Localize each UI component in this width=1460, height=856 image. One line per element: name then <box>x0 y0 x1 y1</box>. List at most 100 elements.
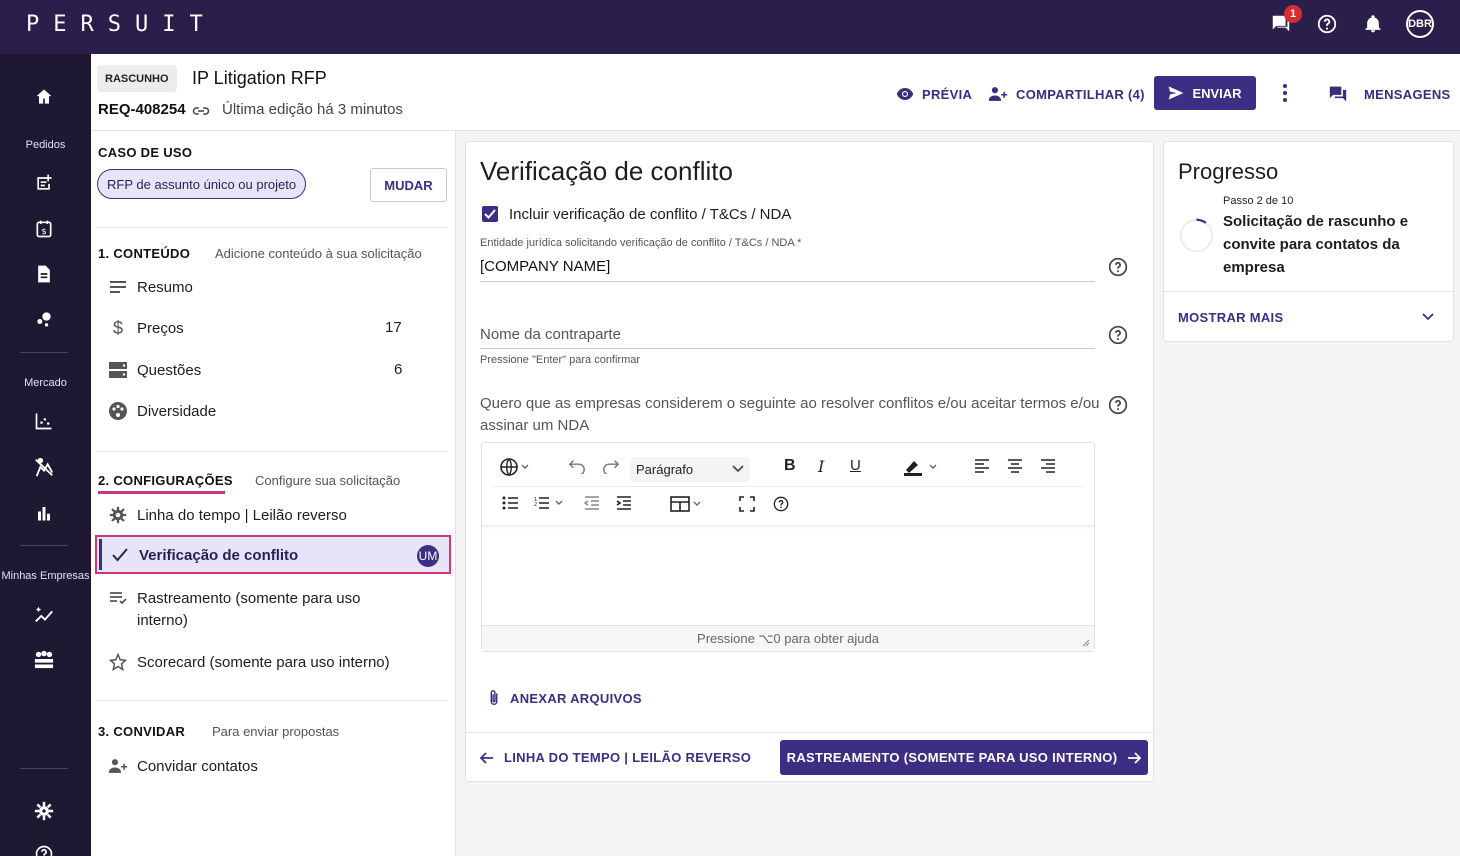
section-title: Verificação de conflito <box>480 156 733 186</box>
use-case-heading: CASO DE USO <box>98 145 193 160</box>
home-icon[interactable] <box>33 86 55 108</box>
counterparty-input[interactable]: Nome da contraparte <box>480 326 621 343</box>
include-conflict-check-checkbox[interactable] <box>482 206 498 222</box>
billing-icon[interactable]: $ <box>33 218 55 240</box>
chevron-down-icon <box>732 465 744 473</box>
invite-subheading: Para enviar propostas <box>212 724 340 739</box>
nav-item-resumo[interactable]: Resumo <box>108 277 193 297</box>
nav-item-diversidade[interactable]: Diversidade <box>108 401 216 421</box>
underline-icon[interactable]: U <box>850 457 861 474</box>
settings-heading[interactable]: 2. CONFIGURAÇÕES <box>98 473 233 488</box>
align-right-icon[interactable] <box>1040 459 1056 473</box>
rich-text-editor[interactable]: Parágrafo B I U 12 Pressione ⌥0 para obt… <box>481 442 1095 652</box>
status-badge: RASCUNHO <box>97 65 177 92</box>
analytics-dots-icon[interactable] <box>33 308 55 330</box>
nav-item-label: Linha do tempo | Leilão reverso <box>137 506 347 524</box>
questions-list-icon <box>108 360 128 380</box>
check-icon <box>110 545 130 565</box>
nav-item-label: Diversidade <box>137 402 217 420</box>
share-label: COMPARTILHAR (4) <box>1016 86 1145 102</box>
sparkle-chart-icon[interactable] <box>33 604 55 626</box>
user-avatar[interactable]: DBR <box>1406 10 1434 38</box>
arrow-right-icon <box>1128 751 1142 764</box>
divider <box>97 451 448 452</box>
indent-icon[interactable] <box>616 496 632 510</box>
numbered-list-icon[interactable]: 12 <box>534 496 566 510</box>
preview-button[interactable]: PRÉVIA <box>896 78 972 110</box>
link-icon[interactable] <box>192 102 210 125</box>
chart-icon[interactable] <box>33 410 55 432</box>
nav-item-tracking[interactable]: Rastreamento (somente para uso interno) <box>108 588 397 632</box>
language-icon[interactable] <box>500 458 530 476</box>
bar-chart-icon[interactable] <box>33 502 55 524</box>
rail-section-pedidos: Pedidos <box>25 139 66 151</box>
use-case-chip[interactable]: RFP de assunto único ou projeto <box>97 169 307 199</box>
preview-label: PRÉVIA <box>922 86 973 102</box>
nav-item-row: Verificação de conflito <box>110 545 298 565</box>
nav-item-precos[interactable]: $ Preços <box>108 318 184 338</box>
summary-lines-icon <box>108 277 128 297</box>
svg-text:2: 2 <box>534 502 537 508</box>
settings-icon[interactable] <box>33 800 55 822</box>
chevron-down-icon[interactable] <box>1420 308 1436 329</box>
bullet-list-icon[interactable] <box>502 496 518 510</box>
messages-label: MENSAGENS <box>1364 86 1451 102</box>
divider <box>97 700 448 701</box>
persuit-logo[interactable]: PERSUIT <box>26 12 217 37</box>
next-step-label: RASTREAMENTO (SOMENTE PARA USO INTERNO) <box>786 750 1118 765</box>
nav-item-label: Questões <box>137 361 202 379</box>
team-icon[interactable] <box>33 648 55 670</box>
send-button[interactable]: ENVIAR <box>1154 76 1256 110</box>
redo-icon[interactable] <box>602 458 620 474</box>
more-options-icon[interactable] <box>1277 82 1293 104</box>
checkbox-label[interactable]: Incluir verificação de conflito / T&Cs /… <box>509 206 791 223</box>
italic-icon[interactable]: I <box>818 457 824 476</box>
entity-field[interactable]: [COMPANY NAME] <box>480 258 610 275</box>
bell-icon[interactable] <box>1360 11 1386 37</box>
align-left-icon[interactable] <box>974 459 990 473</box>
nav-item-timeline[interactable]: Linha do tempo | Leilão reverso <box>108 505 347 525</box>
question-prompt: Quero que as empresas considerem o segui… <box>480 395 1100 434</box>
help-icon[interactable] <box>33 843 55 856</box>
send-label: ENVIAR <box>1192 85 1242 101</box>
help-icon[interactable] <box>1108 395 1128 415</box>
active-section-underline <box>98 491 225 494</box>
previous-step-label: LINHA DO TEMPO | LEILÃO REVERSO <box>504 750 752 765</box>
undo-icon[interactable] <box>568 458 586 474</box>
help-icon[interactable] <box>1108 325 1128 345</box>
add-person-icon <box>108 756 128 776</box>
messages-button[interactable]: MENSAGENS <box>1328 78 1451 110</box>
show-more-button[interactable]: MOSTRAR MAIS <box>1178 310 1283 325</box>
help-icon[interactable] <box>1108 257 1128 277</box>
chat-notifications-icon[interactable]: 1 <box>1268 5 1302 37</box>
align-center-icon[interactable] <box>1007 459 1023 473</box>
dollar-icon: $ <box>112 317 123 338</box>
document-icon[interactable] <box>33 263 55 285</box>
highlight-color-icon[interactable] <box>902 458 942 476</box>
share-button[interactable]: COMPARTILHAR (4) <box>988 78 1145 110</box>
table-icon[interactable] <box>670 496 704 512</box>
attach-files-button[interactable]: ANEXAR ARQUIVOS <box>488 689 642 707</box>
change-use-case-button[interactable]: MUDAR <box>370 168 447 202</box>
arrow-left-icon <box>480 751 493 764</box>
help-icon[interactable] <box>1314 11 1340 37</box>
nav-item-conflict-check[interactable]: Verificação de conflito UM <box>95 535 451 574</box>
fullscreen-icon[interactable] <box>739 496 755 512</box>
resize-handle-icon[interactable] <box>1082 639 1090 647</box>
nav-item-questoes[interactable]: Questões <box>108 360 201 380</box>
nav-item-scorecard[interactable]: Scorecard (somente para uso interno) <box>108 652 390 672</box>
pricing-count: 17 <box>385 319 402 336</box>
previous-step-button[interactable]: LINHA DO TEMPO | LEILÃO REVERSO <box>480 750 751 765</box>
top-bar: PERSUIT 1 DBR <box>0 0 1460 54</box>
outdent-icon[interactable] <box>584 496 600 510</box>
person-chart-icon[interactable] <box>33 456 55 478</box>
questions-count: 6 <box>394 361 403 378</box>
bold-icon[interactable]: B <box>784 457 796 475</box>
next-step-button[interactable]: RASTREAMENTO (SOMENTE PARA USO INTERNO) <box>780 740 1148 775</box>
editor-help-icon[interactable] <box>773 496 789 512</box>
new-request-icon[interactable] <box>33 172 55 194</box>
page-title[interactable]: IP Litigation RFP <box>192 68 327 89</box>
nav-item-invite-contacts[interactable]: Convidar contatos <box>108 756 258 776</box>
nav-item-label: Preços <box>137 319 184 337</box>
paragraph-style-select[interactable]: Parágrafo <box>630 457 750 482</box>
